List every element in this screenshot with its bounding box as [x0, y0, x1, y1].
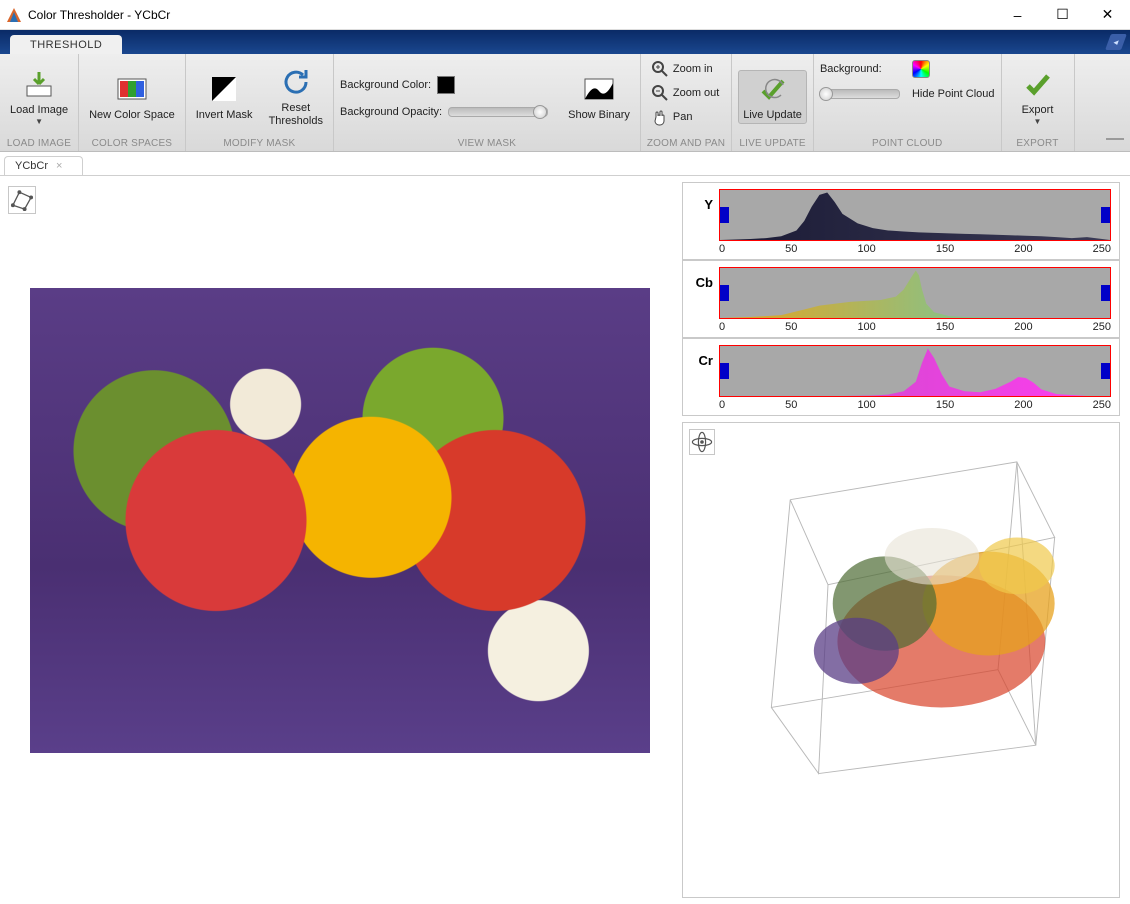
hide-pointcloud-button[interactable]: Hide Point Cloud [912, 88, 995, 100]
export-check-icon [1022, 68, 1054, 100]
group-label-pointcloud: POINT CLOUD [820, 136, 995, 149]
pan-button[interactable]: Pan [647, 106, 697, 128]
pointcloud-color-icon[interactable] [912, 60, 930, 78]
bgcolor-swatch[interactable] [437, 76, 455, 94]
histogram-plot-cr[interactable] [719, 345, 1111, 397]
window-title: Color Thresholder - YCbCr [28, 8, 170, 22]
app-icon [6, 7, 22, 23]
canvas-area: Y 050100150200250 Cb [0, 176, 1130, 904]
binary-icon [583, 73, 615, 105]
invert-mask-button[interactable]: Invert Mask [192, 71, 257, 124]
threshold-handle-high-cb[interactable] [1101, 285, 1111, 301]
group-label-modifymask: MODIFY MASK [192, 136, 327, 149]
threshold-handle-high-cr[interactable] [1101, 363, 1111, 379]
group-label-zoompan: ZOOM AND PAN [647, 136, 725, 149]
histogram-plot-cb[interactable] [719, 267, 1111, 319]
group-label-colorspaces: COLOR SPACES [85, 136, 179, 149]
document-tab-ycbcr[interactable]: YCbCr × [4, 156, 83, 175]
zoom-in-icon [651, 60, 669, 78]
histogram-axis-y: 050100150200250 [691, 241, 1111, 255]
zoom-in-button[interactable]: Zoom in [647, 58, 717, 80]
dropdown-arrow-icon: ▼ [35, 118, 43, 126]
reset-icon [280, 66, 312, 98]
histogram-y: Y 050100150200250 [682, 182, 1120, 260]
new-color-space-button[interactable]: New Color Space [85, 71, 179, 124]
ribbon-help-button[interactable]: ◂ [1105, 34, 1127, 50]
bgopacity-slider[interactable] [448, 107, 548, 117]
pan-icon [651, 108, 669, 126]
histogram-axis-cb: 050100150200250 [691, 319, 1111, 333]
export-button[interactable]: Export ▼ [1008, 66, 1068, 128]
point-cloud-panel [682, 422, 1120, 898]
close-tab-icon[interactable]: × [56, 160, 62, 172]
image-pane [0, 176, 680, 904]
window-maximize-button[interactable]: ☐ [1040, 0, 1085, 29]
ribbon-tab-threshold[interactable]: THRESHOLD [10, 35, 122, 54]
preview-image[interactable] [30, 288, 650, 753]
bgopacity-label: Background Opacity: [340, 106, 442, 118]
show-binary-button[interactable]: Show Binary [564, 71, 634, 124]
window-close-button[interactable]: ✕ [1085, 0, 1130, 29]
channel-label-y: Y [691, 189, 713, 212]
rotate-3d-tool[interactable] [689, 429, 715, 455]
bgcolor-label: Background Color: [340, 79, 431, 91]
group-label-liveupdate: LIVE UPDATE [738, 136, 807, 149]
ribbon-tab-strip: THRESHOLD ◂ [0, 30, 1130, 54]
collapse-toolstrip-button[interactable] [1106, 138, 1124, 148]
histogram-plot-y[interactable] [719, 189, 1111, 241]
threshold-handle-low-y[interactable] [719, 207, 729, 223]
point-cloud-view[interactable] [743, 443, 1083, 783]
window-minimize-button[interactable]: – [995, 0, 1040, 29]
zoom-out-icon [651, 84, 669, 102]
document-tab-bar: YCbCr × [0, 152, 1130, 176]
threshold-handle-low-cb[interactable] [719, 285, 729, 301]
channel-label-cb: Cb [691, 267, 713, 290]
dropdown-arrow-icon: ▼ [1034, 118, 1042, 126]
group-label-export: EXPORT [1008, 136, 1068, 149]
toolstrip: Load Image ▼ LOAD IMAGE New Color Space … [0, 54, 1130, 152]
threshold-handle-low-cr[interactable] [719, 363, 729, 379]
roi-polygon-tool[interactable] [8, 186, 36, 214]
reset-thresholds-button[interactable]: Reset Thresholds [265, 64, 327, 129]
group-label-load: LOAD IMAGE [6, 136, 72, 149]
histogram-cr: Cr 050100150200250 [682, 338, 1120, 416]
pointcloud-bg-label: Background: [820, 63, 882, 75]
histogram-cb: Cb 050100150200250 [682, 260, 1120, 338]
load-image-button[interactable]: Load Image ▼ [6, 66, 72, 128]
threshold-handle-high-y[interactable] [1101, 207, 1111, 223]
colorspace-icon [116, 73, 148, 105]
pointcloud-bg-slider[interactable] [820, 89, 900, 99]
zoom-out-button[interactable]: Zoom out [647, 82, 723, 104]
checkmark-refresh-icon [757, 73, 789, 105]
group-label-viewmask: VIEW MASK [340, 136, 634, 149]
histogram-axis-cr: 050100150200250 [691, 397, 1111, 411]
import-icon [23, 68, 55, 100]
channel-label-cr: Cr [691, 345, 713, 368]
window-titlebar: Color Thresholder - YCbCr – ☐ ✕ [0, 0, 1130, 30]
invert-icon [208, 73, 240, 105]
live-update-button[interactable]: Live Update [738, 70, 807, 125]
